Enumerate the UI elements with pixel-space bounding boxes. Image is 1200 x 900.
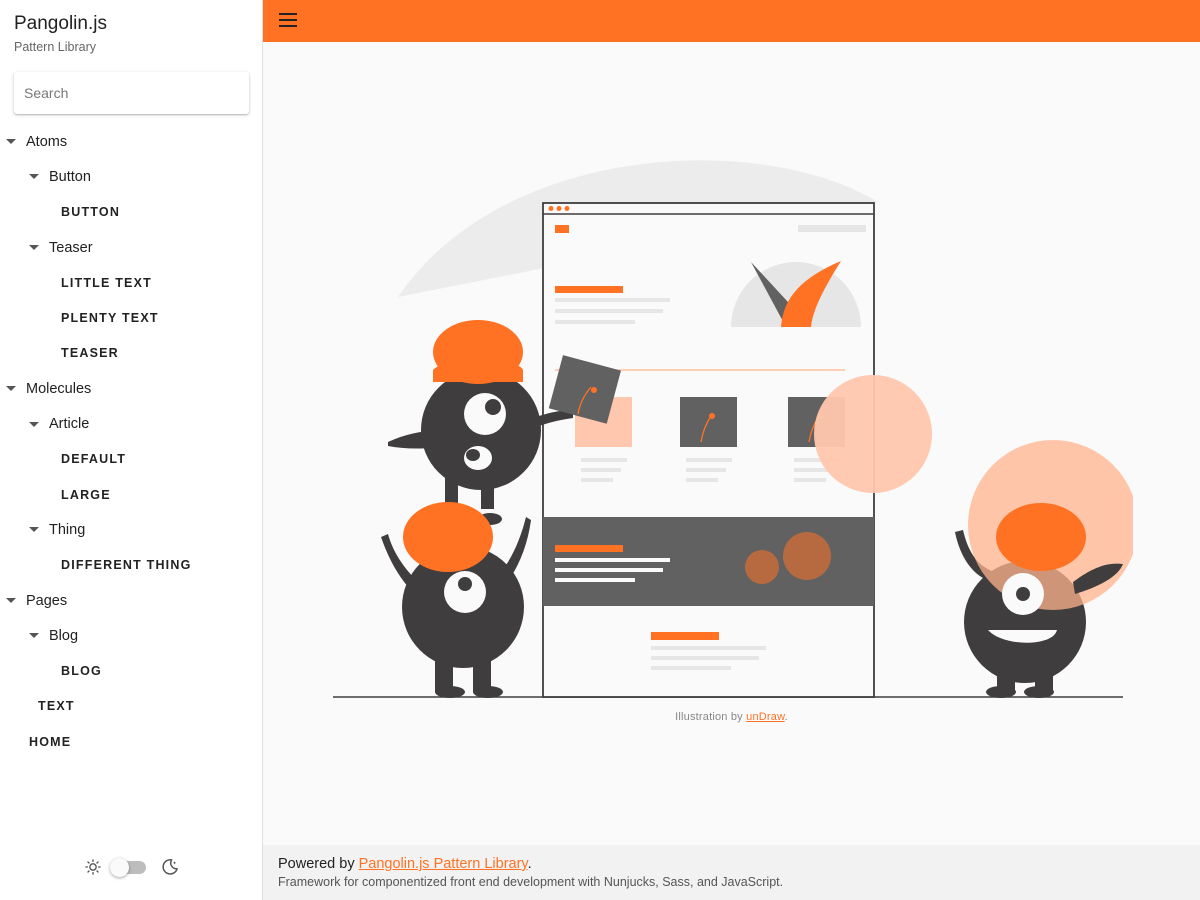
nav-label: BLOG <box>61 664 102 679</box>
undraw-link[interactable]: unDraw <box>746 711 785 723</box>
nav-group-pages[interactable]: Pages <box>0 583 262 618</box>
nav-label: Blog <box>49 627 79 644</box>
nav-label: Thing <box>49 521 86 538</box>
nav-label: Pages <box>26 592 68 609</box>
illustration-credit: Illustration by unDraw. <box>263 711 1200 723</box>
caret-down-icon[interactable] <box>29 633 39 639</box>
pangolin-link[interactable]: Pangolin.js Pattern Library <box>359 856 528 872</box>
theme-toggle <box>84 856 184 878</box>
nav-group-article[interactable]: Article <box>0 406 262 441</box>
nav-item-teaser[interactable]: TEASER <box>0 336 262 371</box>
nav-label: BUTTON <box>61 205 121 220</box>
nav-label: HOME <box>29 734 72 749</box>
nav-label: LITTLE TEXT <box>61 275 152 290</box>
sun-icon <box>85 859 101 875</box>
dark-mode-switch[interactable] <box>110 858 146 877</box>
nav-label: DEFAULT <box>61 452 127 467</box>
top-app-bar <box>263 0 1200 42</box>
nav-item-plenty-text[interactable]: PLENTY TEXT <box>0 300 262 335</box>
powered-prefix: Powered by <box>278 856 359 872</box>
brand-title[interactable]: Pangolin.js <box>14 13 107 35</box>
nav-label: TEXT <box>38 699 75 714</box>
nav-label: Article <box>49 416 90 433</box>
switch-thumb[interactable] <box>110 858 129 877</box>
nav-group-atoms[interactable]: Atoms <box>0 124 262 159</box>
caret-down-icon[interactable] <box>29 174 39 180</box>
brand-subtitle: Pattern Library <box>14 40 96 54</box>
nav-group-teaser[interactable]: Teaser <box>0 230 262 265</box>
footer-description: Framework for componentized front end de… <box>278 875 784 889</box>
nav-item-blog[interactable]: BLOG <box>0 653 262 688</box>
caret-down-icon[interactable] <box>6 386 16 392</box>
nav-item-default[interactable]: DEFAULT <box>0 442 262 477</box>
sidebar: Pangolin.js Pattern Library Atoms Button B… <box>0 0 263 900</box>
main-content: Illustration by unDraw. <box>263 42 1200 845</box>
hamburger-menu-icon[interactable] <box>279 12 297 28</box>
powered-suffix: . <box>527 856 532 872</box>
nav-item-large[interactable]: LARGE <box>0 477 262 512</box>
nav-item-home[interactable]: HOME <box>0 724 262 759</box>
footer: Powered by Pangolin.js Pattern Library. … <box>263 845 1200 900</box>
nav-item-different-thing[interactable]: DIFFERENT THING <box>0 548 262 583</box>
nav-label: PLENTY TEXT <box>61 311 159 326</box>
nav-label: DIFFERENT THING <box>61 558 192 573</box>
nav-label: LARGE <box>61 487 111 502</box>
nav-group-molecules[interactable]: Molecules <box>0 371 262 406</box>
caret-down-icon[interactable] <box>6 139 16 145</box>
nav-label: Molecules <box>26 380 92 397</box>
welcome-illustration <box>333 160 1133 698</box>
pattern-tree-nav: Atoms Button BUTTON Teaser LITTLE TEXT PLENTY… <box>0 124 262 759</box>
nav-item-button[interactable]: BUTTON <box>0 195 262 230</box>
nav-label: Teaser <box>49 239 93 256</box>
credit-suffix: . <box>784 711 788 723</box>
caret-down-icon[interactable] <box>29 421 39 427</box>
search-input[interactable] <box>14 72 249 114</box>
caret-down-icon[interactable] <box>6 598 16 603</box>
nav-group-button[interactable]: Button <box>0 159 262 194</box>
nav-group-thing[interactable]: Thing <box>0 512 262 547</box>
nav-label: Button <box>49 168 91 185</box>
moon-icon <box>162 859 178 875</box>
nav-item-text[interactable]: TEXT <box>0 689 262 724</box>
nav-label: TEASER <box>61 346 119 361</box>
nav-label: Atoms <box>26 133 68 150</box>
nav-group-blog[interactable]: Blog <box>0 618 262 653</box>
caret-down-icon[interactable] <box>29 245 39 251</box>
powered-by-line: Powered by Pangolin.js Pattern Library. <box>278 856 532 872</box>
caret-down-icon[interactable] <box>29 527 39 533</box>
nav-item-little-text[interactable]: LITTLE TEXT <box>0 265 262 300</box>
credit-prefix: Illustration by <box>675 711 747 723</box>
